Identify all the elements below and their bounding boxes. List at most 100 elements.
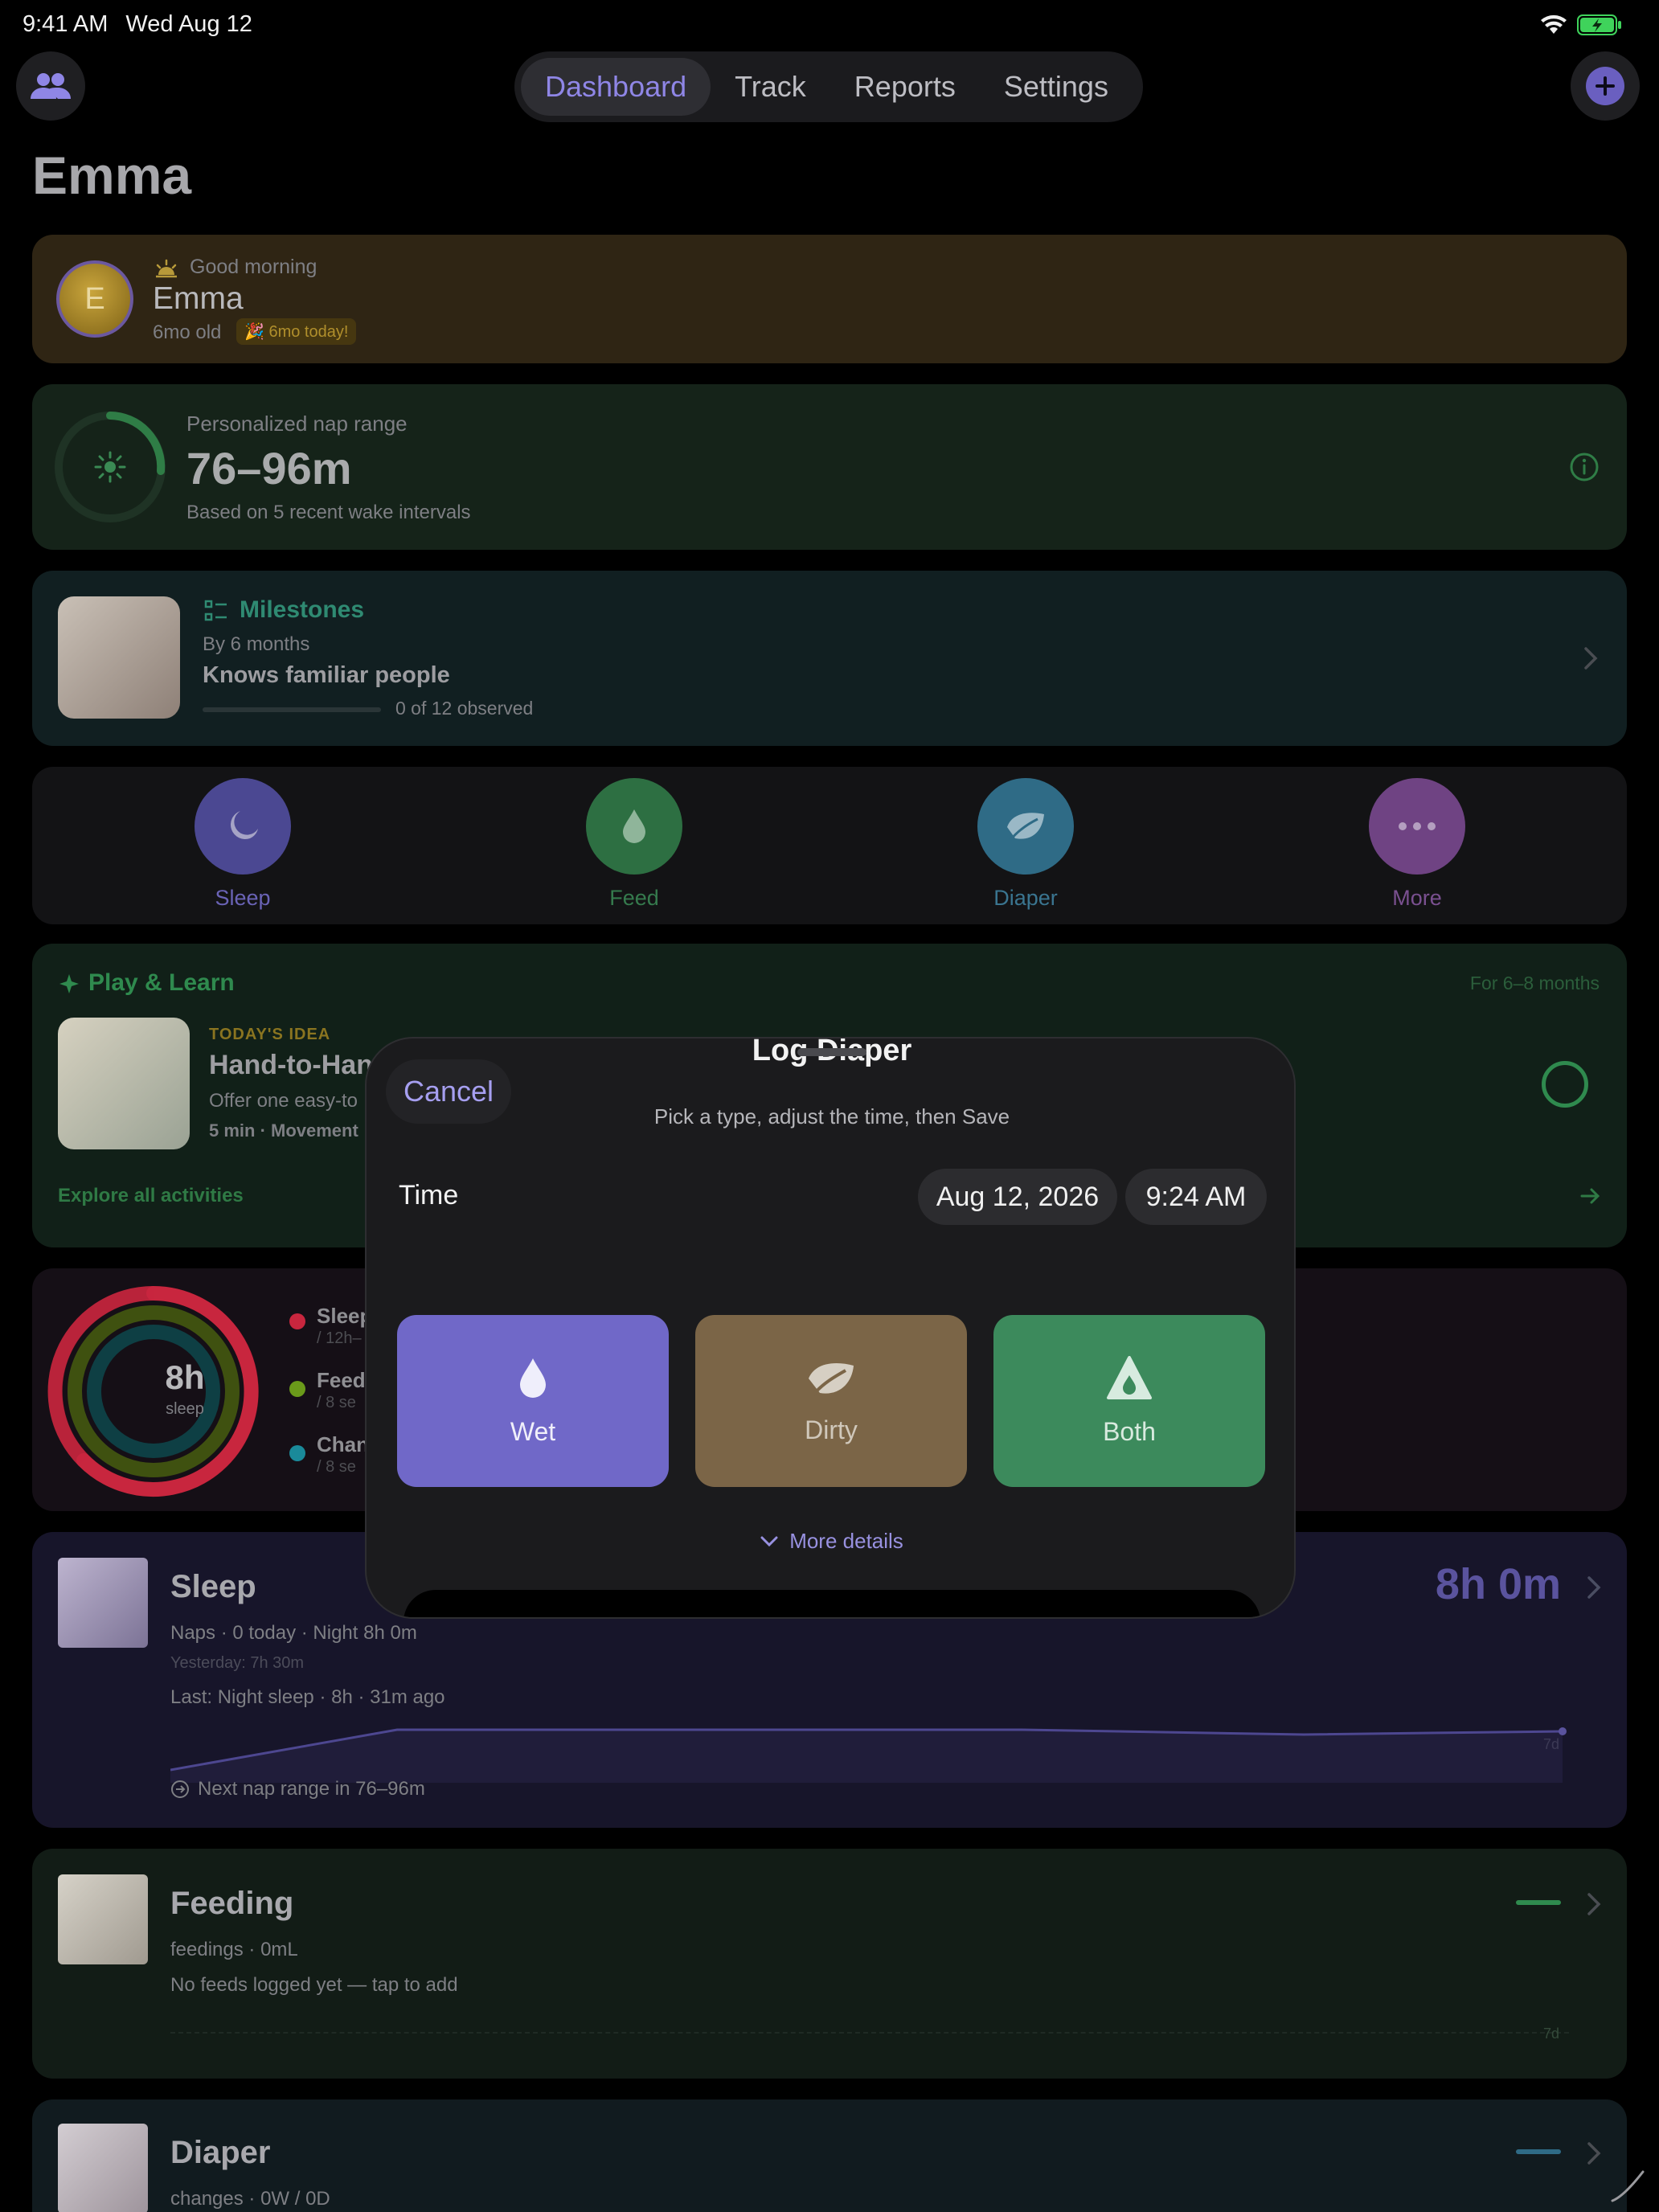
next-nap-text: Next nap range in 76–96m (198, 1778, 425, 1800)
nap-note: Based on 5 recent wake intervals (186, 502, 471, 523)
sunrise-icon (156, 259, 177, 278)
legend-change-goal: / 8 se (317, 1458, 356, 1476)
greeting-salutation: Good morning (190, 256, 317, 278)
feeding-empty: No feeds logged yet — tap to add (170, 1974, 458, 1996)
status-icons (1540, 14, 1622, 35)
milestone-badge: 🎉 6mo today! (236, 318, 357, 345)
activity-complete-toggle[interactable] (1542, 1061, 1588, 1108)
greeting-name: Emma (153, 281, 244, 316)
page-title: Emma (32, 145, 192, 205)
rings-value: 8h (165, 1358, 205, 1396)
quick-sleep-button[interactable]: Sleep (162, 778, 323, 911)
milestones-title: Milestones (240, 596, 365, 623)
diaper-trend-dash (1516, 2149, 1561, 2154)
both-label: Both (1103, 1416, 1156, 1446)
tab-track[interactable]: Track (711, 58, 830, 116)
nap-range-card[interactable]: Personalized nap range 76–96m Based on 5… (32, 384, 1627, 550)
chevron-right-icon (1587, 1893, 1601, 1915)
chevron-right-icon (1584, 647, 1598, 670)
drop-icon (586, 778, 682, 875)
sleep-last: Last: Night sleep · 8h · 31m ago (170, 1686, 445, 1708)
milestones-card[interactable]: Milestones By 6 months Knows familiar pe… (32, 571, 1627, 746)
legend-dot-feed (289, 1381, 305, 1397)
more-icon (1369, 778, 1465, 875)
legend-feed: Feed (317, 1368, 366, 1392)
status-time: 9:41 AM (23, 11, 109, 37)
dirty-type-button[interactable]: Dirty (695, 1315, 967, 1487)
feeding-illustration (58, 1874, 148, 1964)
activity-meta: 5 min · Movement (209, 1120, 358, 1141)
people-icon (31, 73, 71, 99)
more-details-toggle[interactable]: More details (367, 1529, 1294, 1554)
both-type-button[interactable]: Both (993, 1315, 1265, 1487)
activity-photo (58, 1018, 190, 1149)
dirty-label: Dirty (805, 1415, 858, 1444)
milestone-progress-text: 0 of 12 observed (395, 698, 534, 719)
nap-label: Personalized nap range (186, 412, 408, 436)
play-age: For 6–8 months (1469, 973, 1600, 993)
tab-reports[interactable]: Reports (830, 58, 980, 116)
milestones-period: By 6 months (203, 633, 310, 655)
nap-range-value: 76–96m (186, 443, 352, 494)
quick-actions: Sleep Feed Diaper More (32, 767, 1627, 924)
save-button[interactable] (403, 1590, 1260, 1617)
wifi-icon (1541, 14, 1567, 34)
time-picker[interactable]: 9:24 AM (1125, 1169, 1267, 1225)
leaf-icon (977, 778, 1074, 875)
wet-label: Wet (510, 1416, 556, 1446)
log-diaper-sheet: Log Diaper Cancel Pick a type, adjust th… (365, 1037, 1296, 1619)
feeding-summary: feedings · 0mL (170, 1939, 298, 1960)
drop-icon (520, 1358, 546, 1398)
status-bar: 9:41 AM Wed Aug 12 (23, 11, 252, 38)
quick-more-button[interactable]: More (1337, 778, 1497, 911)
sheet-grabber[interactable] (797, 1048, 866, 1056)
play-tag: TODAY'S IDEA (209, 1026, 331, 1043)
sun-icon (94, 451, 126, 483)
age-label: 6mo old (153, 322, 222, 343)
feeding-title: Feeding (170, 1886, 294, 1921)
sheet-subtitle: Pick a type, adjust the time, then Save (653, 1104, 1010, 1129)
greeting-card[interactable]: E Good morning Emma 6mo old 🎉 6mo today! (32, 235, 1627, 363)
tab-dashboard[interactable]: Dashboard (521, 58, 711, 116)
quick-feed-button[interactable]: Feed (554, 778, 715, 911)
feeding-chart-axis: 7d (1543, 2026, 1560, 2042)
diaper-card[interactable]: Diaper changes · 0W / 0D (32, 2099, 1627, 2212)
legend-dot-sleep (289, 1313, 305, 1329)
tab-settings[interactable]: Settings (980, 58, 1133, 116)
date-picker[interactable]: Aug 12, 2026 (918, 1169, 1117, 1225)
milestone-item: Knows familiar people (203, 662, 450, 688)
sleep-summary: Naps · 0 today · Night 8h 0m (170, 1622, 417, 1644)
plus-icon (1586, 67, 1624, 105)
status-date: Wed Aug 12 (125, 11, 252, 37)
wet-type-button[interactable]: Wet (397, 1315, 669, 1487)
add-button[interactable] (1571, 51, 1640, 121)
diaper-title: Diaper (170, 2135, 271, 2170)
activity-name: Hand-to-Hand (209, 1050, 390, 1080)
legend-dot-change (289, 1445, 305, 1461)
arrow-right-icon[interactable] (1580, 1186, 1601, 1206)
explore-activities-link[interactable]: Explore all activities (58, 1185, 244, 1207)
legend-feed-goal: / 8 se (317, 1394, 356, 1411)
sleep-value: 8h 0m (1435, 1560, 1561, 1608)
feeding-card[interactable]: Feeding feedings · 0mL No feeds logged y… (32, 1849, 1627, 2079)
next-arrow-icon (171, 1780, 189, 1798)
drop-leaf-icon (1107, 1355, 1152, 1399)
quick-diaper-button[interactable]: Diaper (945, 778, 1106, 911)
diaper-illustration (58, 2124, 148, 2212)
info-icon[interactable] (1569, 452, 1600, 482)
sleep-illustration (58, 1558, 148, 1648)
leaf-icon (809, 1362, 854, 1395)
checklist-icon (204, 600, 227, 621)
milestone-progress-bar (203, 707, 381, 712)
rings-unit: sleep (166, 1400, 204, 1418)
more-details-label: More details (789, 1529, 903, 1553)
view-tabs: Dashboard Track Reports Settings (514, 51, 1143, 122)
sparkle-icon (59, 974, 79, 993)
activity-desc: Offer one easy-to (209, 1090, 358, 1112)
legend-sleep: Sleep (317, 1304, 373, 1328)
chevron-right-icon (1587, 1576, 1601, 1599)
family-button[interactable] (16, 51, 85, 121)
chevron-right-icon (1587, 2142, 1601, 2165)
pencil-cursor-icon (1611, 2170, 1645, 2202)
sleep-chart-axis: 7d (1543, 1736, 1560, 1752)
